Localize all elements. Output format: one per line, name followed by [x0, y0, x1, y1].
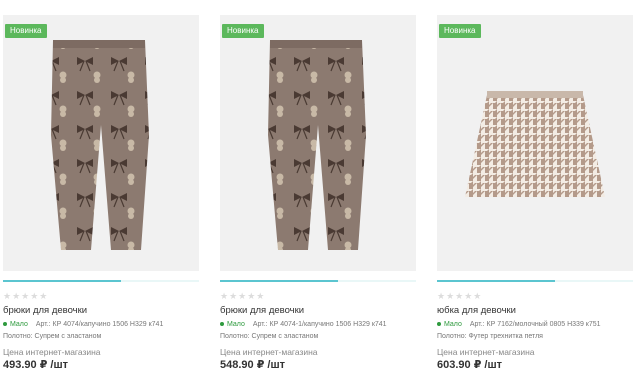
product-card[interactable]: Новинка ★★★★★ брюки для девочки Мало Арт… [220, 0, 416, 373]
product-price: 548.90 ₽ /шт [220, 359, 286, 371]
article-number: Арт.: КР 7162/молочный 0805 Н339 к751 [469, 321, 601, 328]
product-card[interactable]: Новинка ★★★★★ брюки для девочки Мало Арт… [3, 0, 199, 373]
image-carousel-bar[interactable] [3, 280, 199, 282]
rating-stars[interactable]: ★★★★★ [437, 291, 482, 302]
product-grid: Новинка ★★★★★ брюки для девочки Мало Арт… [0, 0, 640, 373]
price-label: Цена интернет-магазина [437, 347, 535, 357]
stock-status: Мало [444, 321, 462, 328]
product-name[interactable]: юбка для девочки [437, 305, 516, 316]
product-price: 493.90 ₽ /шт [3, 359, 69, 371]
image-carousel-bar[interactable] [437, 280, 633, 282]
stock-dot-icon [437, 322, 441, 327]
rating-stars[interactable]: ★★★★★ [3, 291, 48, 302]
product-meta: Мало Арт.: КР 4074/капучино 1506 Н329 к74… [3, 321, 163, 328]
image-carousel-progress [437, 280, 555, 282]
image-carousel-bar[interactable] [220, 280, 416, 282]
fabric-info: Полотно: Супрем с эластаном [220, 333, 319, 340]
leggings-image [51, 40, 149, 250]
price-label: Цена интернет-магазина [3, 347, 101, 357]
new-badge: Новинка [439, 24, 481, 38]
product-photo[interactable]: Новинка [3, 15, 199, 271]
product-photo[interactable]: Новинка [220, 15, 416, 271]
leggings-image [268, 40, 366, 250]
rating-stars[interactable]: ★★★★★ [220, 291, 265, 302]
product-name[interactable]: брюки для девочки [220, 305, 304, 316]
price-label: Цена интернет-магазина [220, 347, 318, 357]
new-badge: Новинка [222, 24, 264, 38]
product-price: 603.90 ₽ /шт [437, 359, 503, 371]
image-carousel-progress [220, 280, 338, 282]
product-photo[interactable]: Новинка [437, 15, 633, 271]
product-meta: Мало Арт.: КР 4074-1/капучино 1506 Н329 к… [220, 321, 387, 328]
image-carousel-progress [3, 280, 121, 282]
product-meta: Мало Арт.: КР 7162/молочный 0805 Н339 к75… [437, 321, 601, 328]
article-number: Арт.: КР 4074-1/капучино 1506 Н329 к741 [252, 321, 387, 328]
skirt-image [465, 91, 605, 197]
new-badge: Новинка [5, 24, 47, 38]
stock-status: Мало [227, 321, 245, 328]
product-card[interactable]: Новинка ★★★★★ юбка для девочки Мало Арт.:… [437, 0, 633, 373]
stock-dot-icon [3, 322, 7, 327]
product-name[interactable]: брюки для девочки [3, 305, 87, 316]
fabric-info: Полотно: Футер трехнитка петля [437, 333, 543, 340]
stock-status: Мало [10, 321, 28, 328]
stock-dot-icon [220, 322, 224, 327]
article-number: Арт.: КР 4074/капучино 1506 Н329 к741 [35, 321, 164, 328]
fabric-info: Полотно: Супрем с эластаном [3, 333, 102, 340]
